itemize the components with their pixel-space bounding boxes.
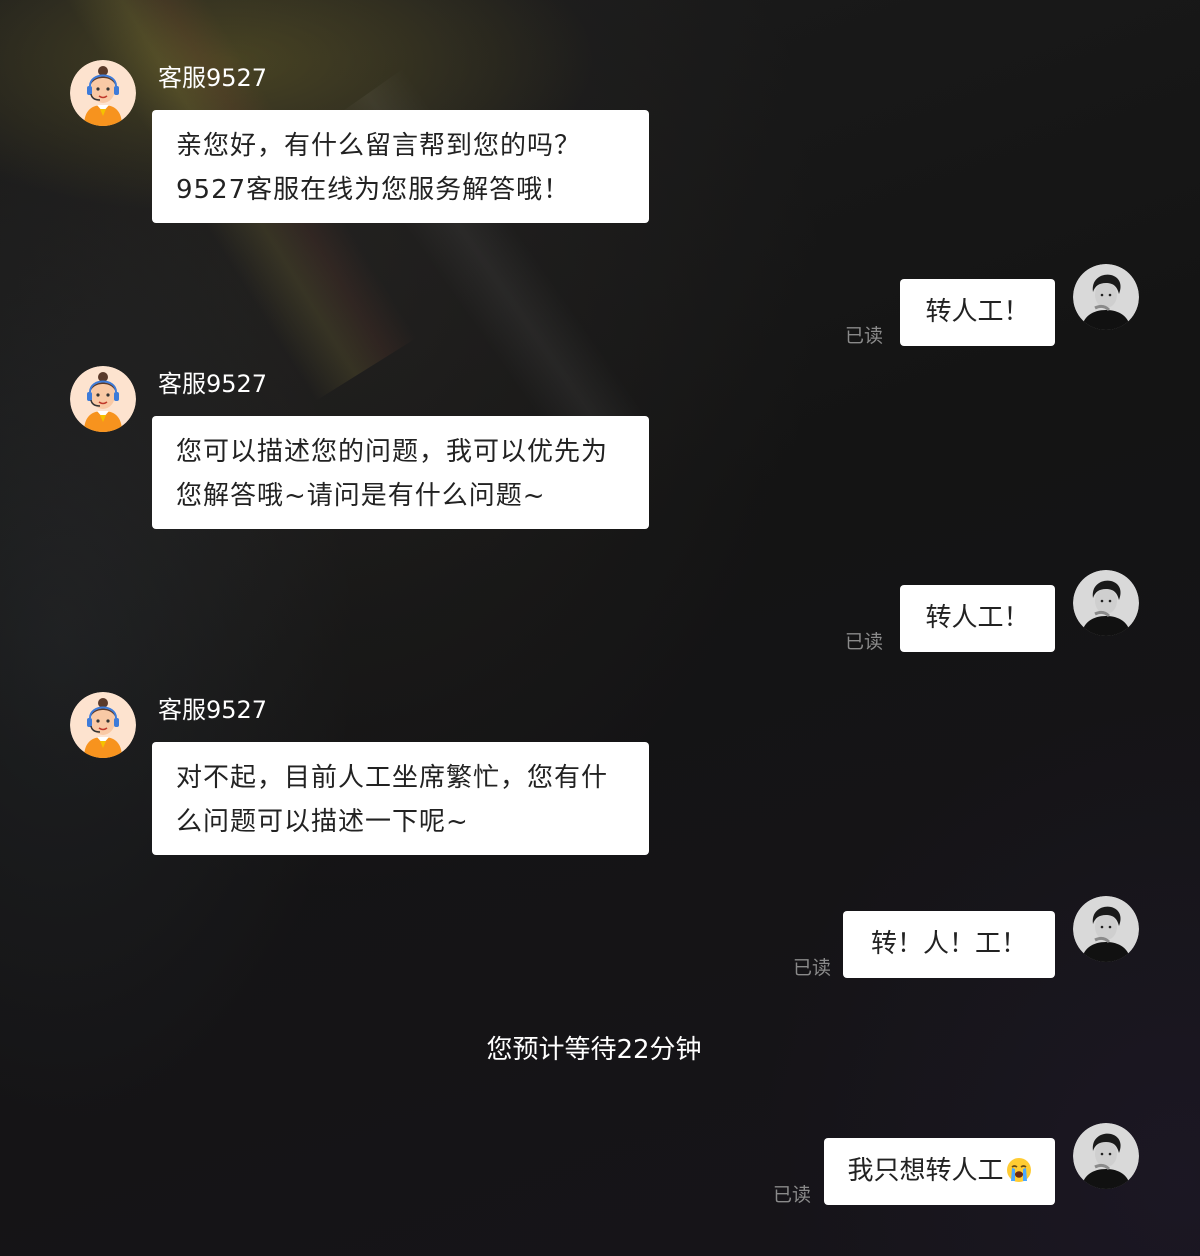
read-status: 已读 bbox=[773, 1184, 812, 1206]
agent-name: 客服9527 bbox=[158, 696, 268, 724]
agent-name: 客服9527 bbox=[158, 64, 268, 92]
wait-time-notice: 您预计等待22分钟 bbox=[486, 1035, 702, 1065]
user-avatar[interactable] bbox=[1073, 264, 1139, 330]
agent-message-bubble[interactable]: 您可以描述您的问题，我可以优先为 您解答哦~请问是有什么问题~ bbox=[152, 416, 649, 529]
user-avatar[interactable] bbox=[1073, 1123, 1139, 1189]
message-line: 对不起，目前人工坐席繁忙，您有什 bbox=[176, 763, 609, 793]
agent-avatar[interactable] bbox=[70, 366, 136, 432]
user-message-bubble[interactable]: 我只想转人工 bbox=[824, 1138, 1055, 1205]
message-line: 您可以描述您的问题，我可以优先为 bbox=[176, 437, 609, 467]
read-status: 已读 bbox=[845, 325, 884, 347]
message-text: 我只想转人工 bbox=[847, 1156, 1004, 1186]
agent-avatar-icon bbox=[70, 60, 136, 126]
user-avatar-icon bbox=[1073, 1123, 1139, 1189]
user-avatar-icon bbox=[1073, 264, 1139, 330]
read-status: 已读 bbox=[793, 957, 832, 979]
user-avatar[interactable] bbox=[1073, 570, 1139, 636]
user-avatar-icon bbox=[1073, 570, 1139, 636]
message-line: 9527客服在线为您服务解答哦！ bbox=[176, 175, 571, 205]
agent-avatar[interactable] bbox=[70, 60, 136, 126]
message-line: 亲您好，有什么留言帮到您的吗？ bbox=[176, 131, 582, 161]
message-line: 您解答哦~请问是有什么问题~ bbox=[176, 481, 546, 511]
user-message-bubble[interactable]: 转人工！ bbox=[900, 279, 1055, 346]
user-avatar-icon bbox=[1073, 896, 1139, 962]
user-message-bubble[interactable]: 转！人！工！ bbox=[843, 911, 1055, 978]
message-line: 么问题可以描述一下呢~ bbox=[176, 807, 469, 837]
user-avatar[interactable] bbox=[1073, 896, 1139, 962]
agent-avatar-icon bbox=[70, 692, 136, 758]
agent-message-bubble[interactable]: 亲您好，有什么留言帮到您的吗？ 9527客服在线为您服务解答哦！ bbox=[152, 110, 649, 223]
agent-name: 客服9527 bbox=[158, 370, 268, 398]
agent-message-bubble[interactable]: 对不起，目前人工坐席繁忙，您有什 么问题可以描述一下呢~ bbox=[152, 742, 649, 855]
user-message-bubble[interactable]: 转人工！ bbox=[900, 585, 1055, 652]
agent-avatar[interactable] bbox=[70, 692, 136, 758]
loudly-crying-face-icon bbox=[1006, 1158, 1031, 1182]
read-status: 已读 bbox=[845, 631, 884, 653]
agent-avatar-icon bbox=[70, 366, 136, 432]
